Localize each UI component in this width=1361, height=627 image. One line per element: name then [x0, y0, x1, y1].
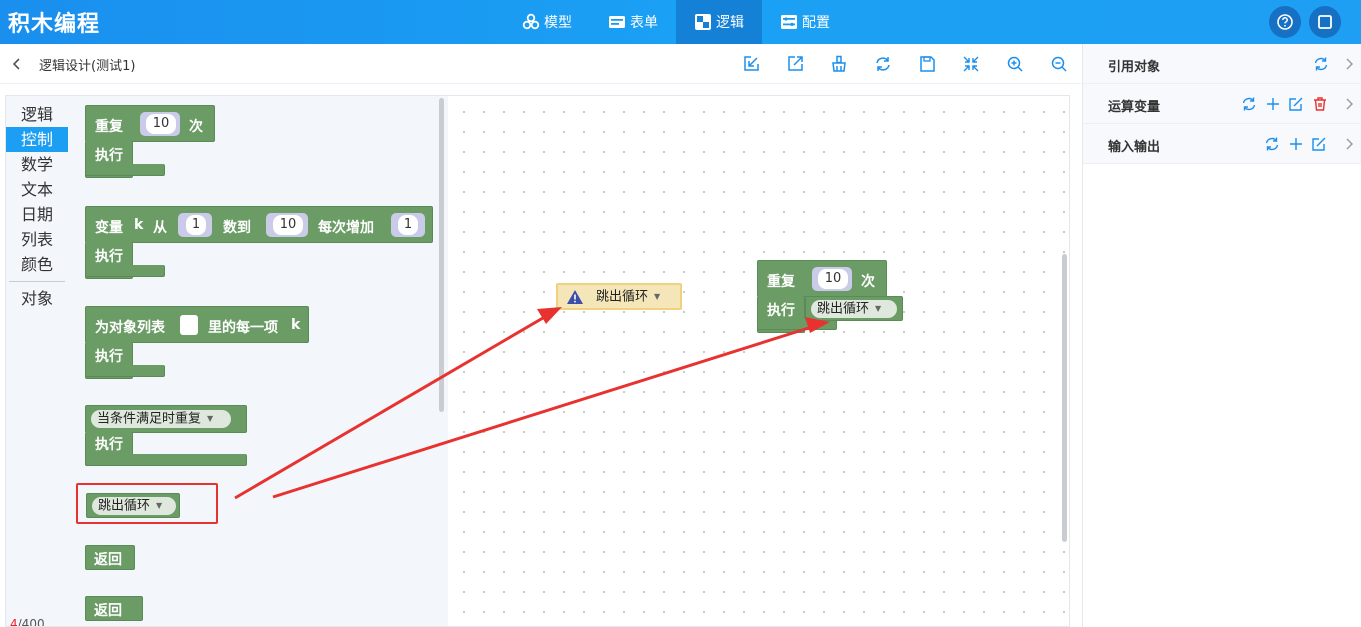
category-logic[interactable]: 逻辑	[6, 102, 68, 127]
for-loop-block[interactable]: 变量 k 从 1 数到 10 每次增加 1	[85, 206, 433, 243]
delete-icon[interactable]	[1312, 96, 1328, 112]
panel-row-references[interactable]: 引用对象	[1083, 44, 1361, 84]
page-title: 逻辑设计(测试1)	[39, 59, 136, 74]
nav-item-label: 表单	[630, 15, 658, 31]
foreach-block[interactable]: 为对象列表 里的每一项 k	[85, 306, 309, 343]
repeat-block[interactable]: 重复 10 次	[85, 105, 215, 142]
refresh-icon[interactable]	[1241, 96, 1257, 112]
zoom-out-button[interactable]	[1049, 54, 1069, 74]
plus-icon[interactable]	[1288, 136, 1304, 152]
export-button[interactable]	[785, 54, 805, 74]
main-nav: 模型 表单 逻辑 配置	[504, 0, 848, 44]
for-step-value[interactable]: 1	[398, 215, 418, 235]
nav-item-model[interactable]: 模型	[504, 0, 590, 44]
workspace-canvas[interactable]	[448, 96, 1069, 626]
refresh-icon[interactable]	[1264, 136, 1280, 152]
category-object[interactable]: 对象	[6, 286, 68, 311]
import-icon	[744, 56, 759, 71]
canvas-repeat-count[interactable]: 10	[818, 269, 848, 289]
highlight-box	[76, 483, 218, 524]
refresh-icon	[876, 57, 890, 71]
edit-icon[interactable]	[1311, 136, 1327, 152]
save-button[interactable]	[917, 54, 937, 74]
panel-row-variables[interactable]: 运算变量	[1083, 84, 1361, 124]
canvas-break-block[interactable]: 跳出循环 ▼	[556, 283, 682, 310]
zoom-in-button[interactable]	[1005, 54, 1025, 74]
edit-icon[interactable]	[1288, 96, 1304, 112]
category-toolbox: 逻辑 控制 数学 文本 日期 列表 颜色 对象 4/400	[6, 96, 68, 627]
blockly-workspace[interactable]: 逻辑 控制 数学 文本 日期 列表 颜色 对象 4/400 重复 10 次 执行…	[5, 95, 1070, 627]
refresh-icon[interactable]	[1313, 56, 1329, 72]
return-block[interactable]: 返回	[85, 545, 135, 570]
category-divider	[9, 281, 65, 282]
back-icon[interactable]	[8, 55, 26, 73]
settings-icon	[780, 13, 798, 31]
help-button[interactable]	[1269, 6, 1301, 38]
refresh-button[interactable]	[873, 54, 893, 74]
nav-item-form[interactable]: 表单	[590, 0, 676, 44]
block-flyout	[6, 96, 448, 626]
warning-icon	[567, 290, 583, 304]
cubes-icon	[522, 13, 540, 31]
category-color[interactable]: 颜色	[6, 252, 68, 277]
save-icon	[920, 56, 935, 72]
nav-item-config[interactable]: 配置	[762, 0, 848, 44]
nav-item-label: 配置	[802, 15, 830, 31]
for-from-value[interactable]: 1	[186, 215, 206, 235]
repeat-count[interactable]: 10	[146, 114, 176, 134]
canvas-inner-break-dropdown[interactable]: 跳出循环 ▼	[811, 300, 897, 318]
block-counter: 4/400	[10, 617, 45, 627]
help-icon	[1277, 14, 1293, 30]
zoom-in-icon	[1007, 56, 1023, 72]
workspace-scrollbar[interactable]	[1062, 254, 1067, 542]
export-icon	[788, 56, 803, 71]
right-panel: 引用对象 运算变量 输入输出	[1082, 44, 1361, 627]
logic-toolbar: 逻辑设计(测试1)	[0, 44, 1081, 84]
clear-icon	[832, 55, 846, 72]
category-math[interactable]: 数学	[6, 152, 68, 177]
fullscreen-button[interactable]	[1309, 6, 1341, 38]
nav-item-label: 逻辑	[716, 15, 744, 31]
canvas-repeat-block[interactable]: 重复 10 次	[757, 260, 887, 297]
canvas-break-dropdown[interactable]: 跳出循环 ▼	[590, 288, 676, 306]
puzzle-icon	[694, 13, 712, 31]
chevron-right-icon[interactable]	[1341, 96, 1357, 112]
category-text[interactable]: 文本	[6, 177, 68, 202]
top-bar: 积木编程 模型 表单 逻辑 配置	[0, 0, 1361, 44]
import-button[interactable]	[741, 54, 761, 74]
collapse-icon	[963, 56, 979, 72]
chevron-right-icon[interactable]	[1341, 56, 1357, 72]
list-socket[interactable]	[180, 315, 198, 335]
panel-row-io[interactable]: 输入输出	[1083, 124, 1361, 164]
fullscreen-icon	[1318, 15, 1332, 29]
while-block[interactable]: 当条件满足时重复 ▼	[85, 405, 247, 433]
clear-button[interactable]	[829, 54, 849, 74]
chevron-right-icon[interactable]	[1341, 136, 1357, 152]
for-to-value[interactable]: 10	[273, 215, 303, 235]
return-value-block[interactable]: 返回	[85, 596, 143, 621]
while-condition-dropdown[interactable]: 当条件满足时重复 ▼	[91, 410, 231, 428]
category-control[interactable]: 控制	[6, 127, 68, 152]
collapse-button[interactable]	[961, 54, 981, 74]
category-date[interactable]: 日期	[6, 202, 68, 227]
flyout-scrollbar[interactable]	[439, 98, 444, 412]
zoom-out-icon	[1051, 56, 1067, 72]
canvas-inner-break-block[interactable]: 跳出循环 ▼	[805, 296, 903, 321]
nav-item-logic[interactable]: 逻辑	[676, 0, 762, 44]
app-title: 积木编程	[8, 12, 101, 37]
category-list[interactable]: 列表	[6, 227, 68, 252]
form-icon	[608, 13, 626, 31]
plus-icon[interactable]	[1265, 96, 1281, 112]
nav-item-label: 模型	[544, 15, 572, 31]
